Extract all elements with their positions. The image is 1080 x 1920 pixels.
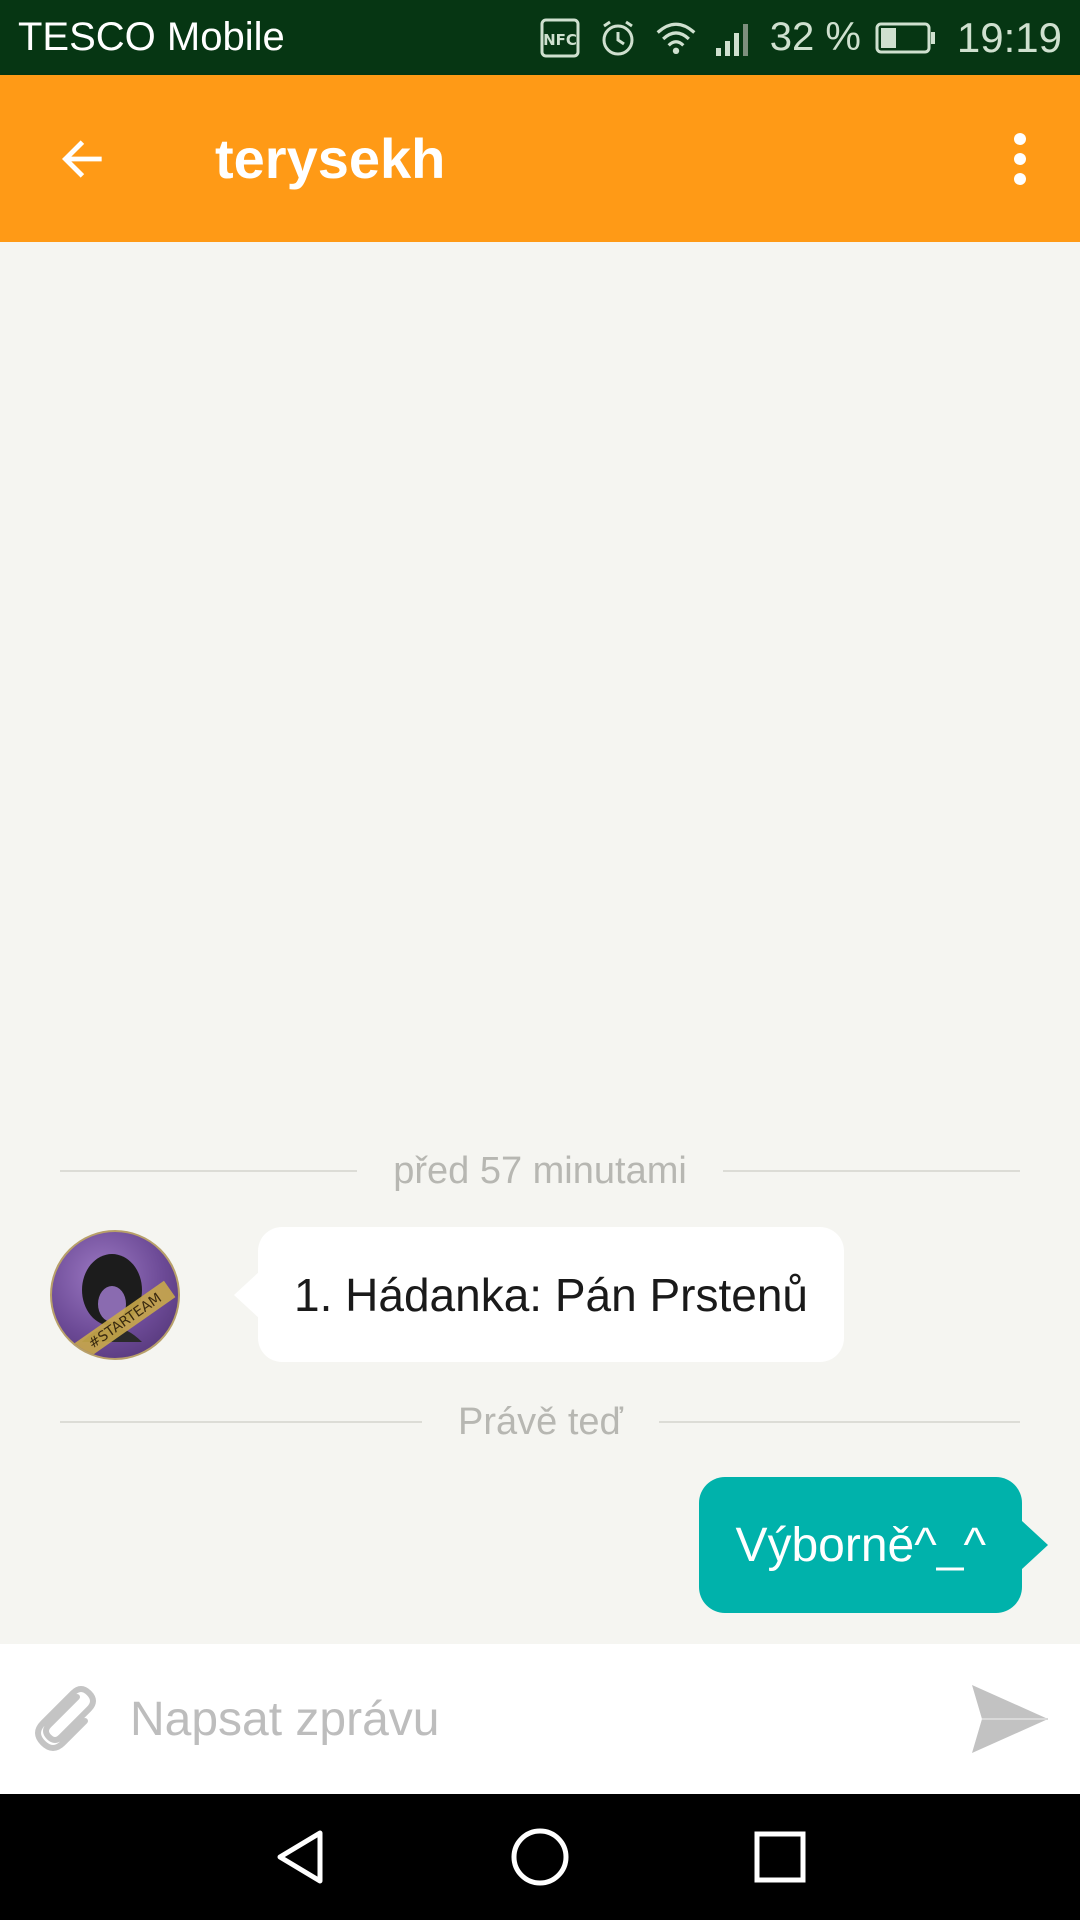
divider-line — [722, 1170, 1020, 1172]
timestamp-label: před 57 minutami — [393, 1149, 687, 1192]
chat-area[interactable]: před 57 minutami #STARTEAM 1. Hádanka: P… — [0, 242, 1080, 1644]
battery-percent: 32 % — [769, 15, 861, 59]
alarm-icon — [596, 16, 640, 60]
wifi-icon — [654, 16, 698, 60]
send-button[interactable] — [940, 1644, 1080, 1794]
back-button[interactable] — [0, 75, 170, 242]
nav-back-icon — [277, 1830, 323, 1884]
status-bar: TESCO Mobile NFC 32 % 19:19 — [0, 0, 1080, 75]
clock: 19:19 — [956, 13, 1062, 61]
status-icons: NFC 32 % 19:19 — [538, 14, 1062, 62]
timestamp-label: Právě teď — [458, 1400, 623, 1443]
more-vert-icon — [1014, 132, 1026, 185]
attach-button[interactable] — [0, 1644, 130, 1794]
send-icon — [972, 1685, 1048, 1753]
message-composer — [0, 1644, 1080, 1794]
avatar[interactable]: #STARTEAM — [50, 1230, 180, 1360]
divider-line — [658, 1421, 1020, 1423]
conversation-title: terysekh — [215, 127, 446, 190]
paperclip-icon — [35, 1686, 96, 1751]
nav-home-button[interactable] — [420, 1794, 660, 1920]
nav-recents-button[interactable] — [660, 1794, 900, 1920]
signal-icon — [712, 16, 756, 60]
message-input[interactable] — [130, 1664, 940, 1774]
nfc-label: NFC — [543, 31, 577, 49]
divider-line — [60, 1170, 358, 1172]
carrier-name: TESCO Mobile — [18, 15, 285, 59]
arrow-back-icon — [61, 139, 102, 178]
battery-icon — [875, 16, 937, 60]
nfc-icon: NFC — [538, 16, 582, 60]
more-options-button[interactable] — [960, 75, 1080, 242]
divider-line — [60, 1421, 422, 1423]
nav-home-icon — [511, 1828, 569, 1886]
message-text: 1. Hádanka: Pán Prstenů — [294, 1268, 808, 1321]
message-text: Výborně^_^ — [735, 1518, 986, 1572]
outgoing-message[interactable]: Výborně^_^ — [699, 1477, 1048, 1613]
app-bar: terysekh — [0, 75, 1080, 242]
incoming-message[interactable]: 1. Hádanka: Pán Prstenů — [234, 1227, 844, 1362]
nav-back-button[interactable] — [180, 1794, 420, 1920]
nav-recents-icon — [754, 1831, 806, 1883]
timestamp-divider: Právě teď — [60, 1397, 1020, 1447]
timestamp-divider: před 57 minutami — [60, 1146, 1020, 1196]
navigation-bar — [0, 1794, 1080, 1920]
